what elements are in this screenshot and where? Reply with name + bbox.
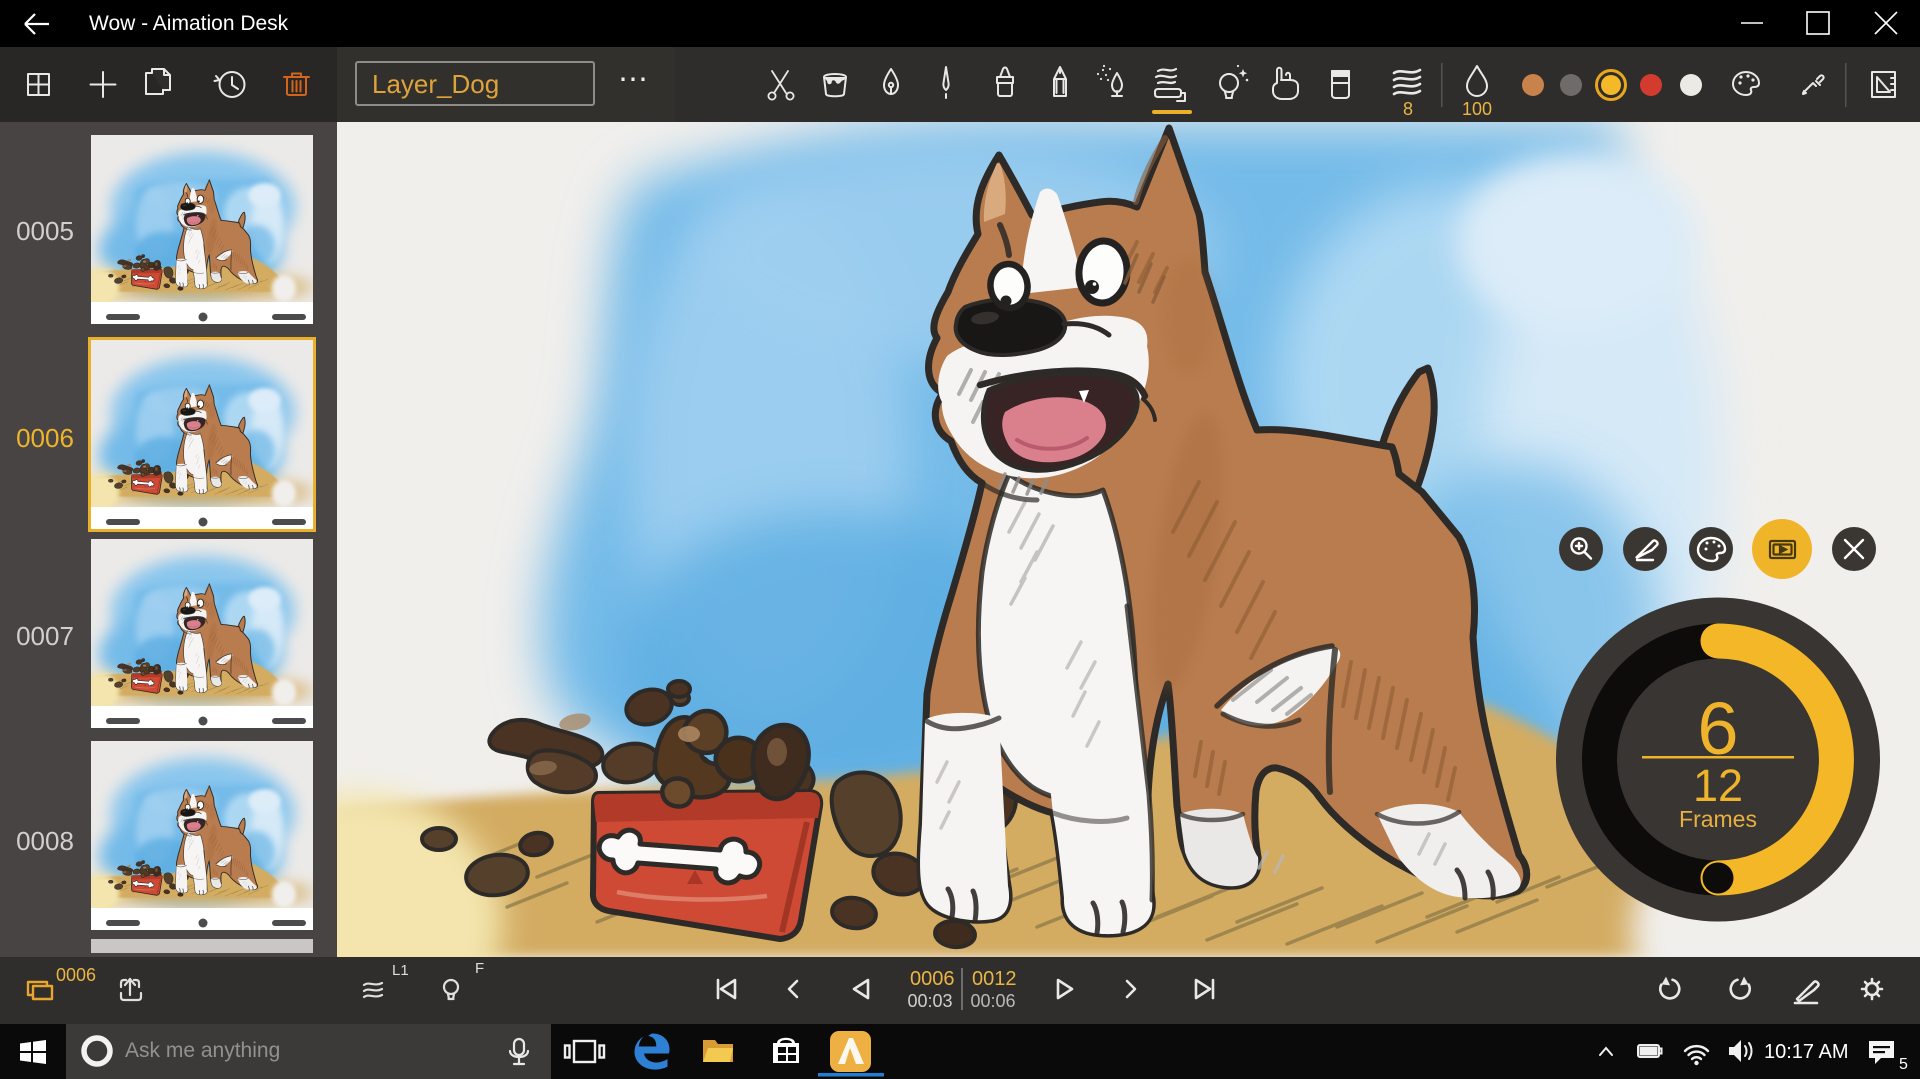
svg-text:8: 8 [1403, 99, 1413, 119]
svg-text:5: 5 [1899, 1056, 1908, 1073]
svg-text:100: 100 [1462, 99, 1492, 119]
svg-text:12: 12 [1693, 760, 1743, 811]
svg-text:Frames: Frames [1679, 806, 1757, 832]
